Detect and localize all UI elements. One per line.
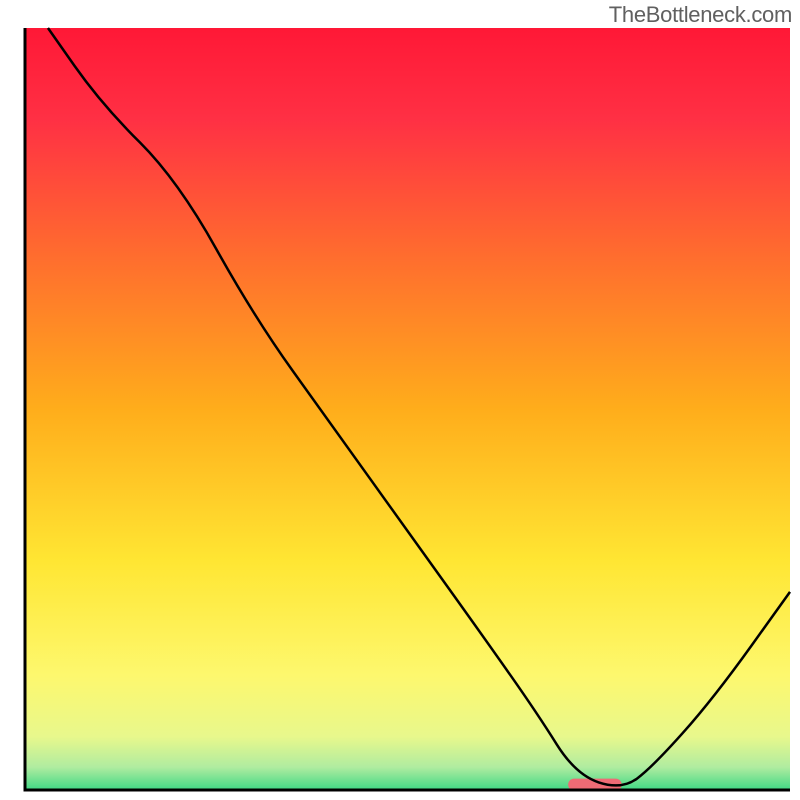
bottleneck-chart: TheBottleneck.com [0,0,800,800]
plot-svg [0,0,800,800]
